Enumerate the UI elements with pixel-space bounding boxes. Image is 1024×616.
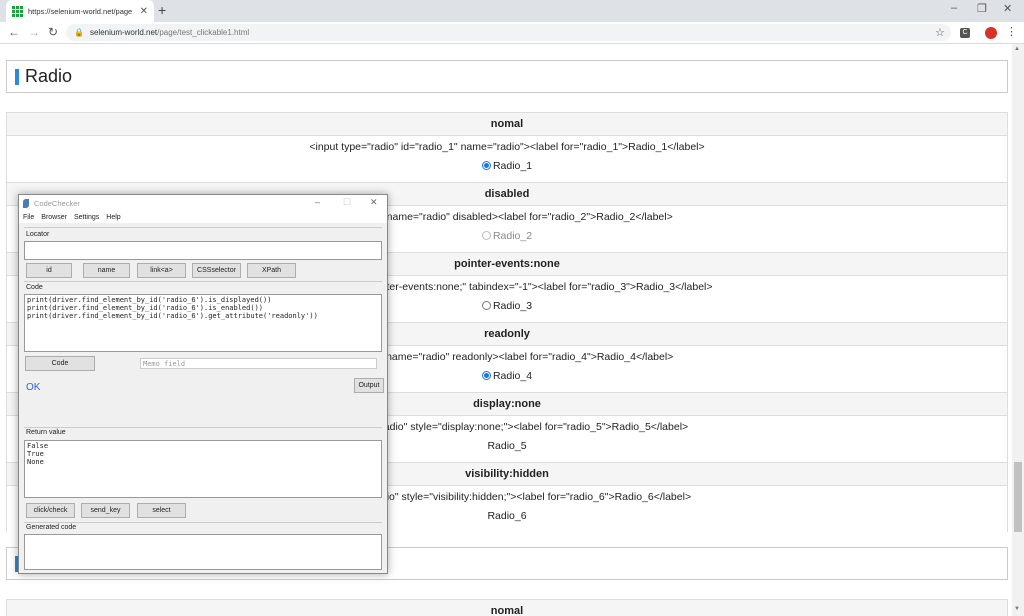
code-textarea[interactable]: print(driver.find_element_by_id('radio_6…	[24, 294, 382, 352]
back-icon[interactable]: ←	[8, 25, 20, 39]
return-value-label: Return value	[26, 429, 66, 436]
menu-bar: File Browser Settings Help	[19, 211, 387, 223]
url-path: /page/test_clickable1.html	[157, 28, 250, 37]
return-separator	[24, 427, 382, 428]
close-button[interactable]: ✕	[370, 197, 378, 208]
send-key-button[interactable]: send_key	[81, 503, 130, 518]
tab-close-icon[interactable]: ✕	[140, 6, 148, 17]
close-window-button[interactable]: ✕	[1003, 2, 1012, 15]
url-host: selenium-world.net	[89, 28, 158, 37]
return-value-textarea[interactable]: False True None	[24, 440, 382, 498]
select-button[interactable]: select	[137, 503, 186, 518]
bookmark-star-icon[interactable]: ☆	[935, 26, 945, 39]
restore-button[interactable]: ❐	[977, 2, 987, 15]
section-title: Radio	[7, 61, 1007, 92]
browser-tab[interactable]: https://selenium-world.net/page ✕	[6, 0, 154, 22]
scrollbar-thumb[interactable]	[1014, 462, 1022, 532]
extension-icon[interactable]: C	[960, 28, 970, 38]
menu-browser[interactable]: Browser	[41, 214, 67, 221]
next-cases-table: nomal	[6, 599, 1008, 616]
case-header: nomal	[7, 112, 1007, 136]
reload-icon[interactable]: ↻	[48, 25, 58, 39]
forward-icon[interactable]: →	[28, 25, 40, 39]
page-scrollbar[interactable]: ▲ ▼	[1012, 44, 1024, 616]
accent-bar	[15, 68, 19, 85]
locator-separator	[24, 227, 382, 228]
radio-button[interactable]	[481, 301, 491, 310]
radio-button[interactable]	[481, 161, 491, 170]
profile-avatar[interactable]	[985, 27, 997, 39]
minimize-button[interactable]: –	[951, 2, 957, 14]
cssselector-button[interactable]: CSSselector	[192, 263, 241, 278]
output-button[interactable]: Output	[354, 378, 384, 393]
name-button[interactable]: name	[83, 263, 130, 278]
tab-strip: https://selenium-world.net/page ✕ + – ❐ …	[0, 0, 1024, 22]
tab-title: https://selenium-world.net/page	[28, 6, 133, 16]
scroll-up-icon[interactable]: ▲	[1014, 46, 1020, 52]
radio-button	[481, 231, 491, 240]
codechecker-window: CodeChecker – ☐ ✕ File Browser Settings …	[18, 194, 388, 574]
feather-icon	[23, 198, 29, 208]
id-button[interactable]: id	[26, 263, 72, 278]
address-bar[interactable]: 🔒 selenium-world.net/page/test_clickable…	[66, 24, 951, 41]
locator-input[interactable]	[24, 241, 382, 260]
radio-button[interactable]	[481, 371, 491, 380]
generated-separator	[24, 522, 382, 523]
code-label: Code	[26, 284, 43, 291]
generated-code-textarea[interactable]	[24, 534, 382, 570]
locator-label: Locator	[26, 231, 50, 238]
radio-option[interactable]: Radio_1	[7, 158, 1007, 174]
status-text: OK	[26, 382, 41, 393]
section-heading-box: Radio	[6, 60, 1008, 93]
click-check-button[interactable]: click/check	[26, 503, 75, 518]
menu-help[interactable]: Help	[106, 214, 120, 221]
section-title-text: Radio	[25, 66, 73, 86]
menu-kebab-icon[interactable]: ⋮	[1006, 25, 1017, 38]
xpath-button[interactable]: XPath	[247, 263, 296, 278]
menu-settings[interactable]: Settings	[74, 214, 99, 221]
lock-icon: 🔒	[74, 28, 84, 37]
code-button[interactable]: Code	[25, 356, 95, 371]
case-row: <input type="radio" id="radio_1" name="r…	[7, 136, 1007, 182]
memo-field[interactable]: Memo field	[140, 358, 377, 369]
code-separator	[24, 281, 382, 282]
site-favicon-icon	[12, 6, 23, 17]
generated-code-label: Generated code	[26, 524, 77, 531]
window-title: CodeChecker	[34, 198, 80, 208]
maximize-button[interactable]: ☐	[343, 197, 351, 208]
radio-label[interactable]: Radio_1	[493, 160, 532, 172]
radio-label[interactable]: Radio_3	[493, 300, 532, 312]
radio-label: Radio_2	[492, 230, 533, 242]
scroll-down-icon[interactable]: ▼	[1014, 606, 1020, 612]
codechecker-titlebar[interactable]: CodeChecker – ☐ ✕	[19, 195, 387, 211]
minimize-button[interactable]: –	[315, 197, 320, 207]
browser-toolbar: ← → ↻ 🔒 selenium-world.net/page/test_cli…	[0, 22, 1024, 44]
new-tab-button[interactable]: +	[158, 2, 166, 18]
case-header: nomal	[7, 599, 1007, 616]
link-button[interactable]: link<a>	[137, 263, 186, 278]
menu-file[interactable]: File	[23, 214, 34, 221]
case-code: <input type="radio" id="radio_1" name="r…	[309, 141, 705, 153]
radio-label[interactable]: Radio_4	[493, 370, 532, 382]
